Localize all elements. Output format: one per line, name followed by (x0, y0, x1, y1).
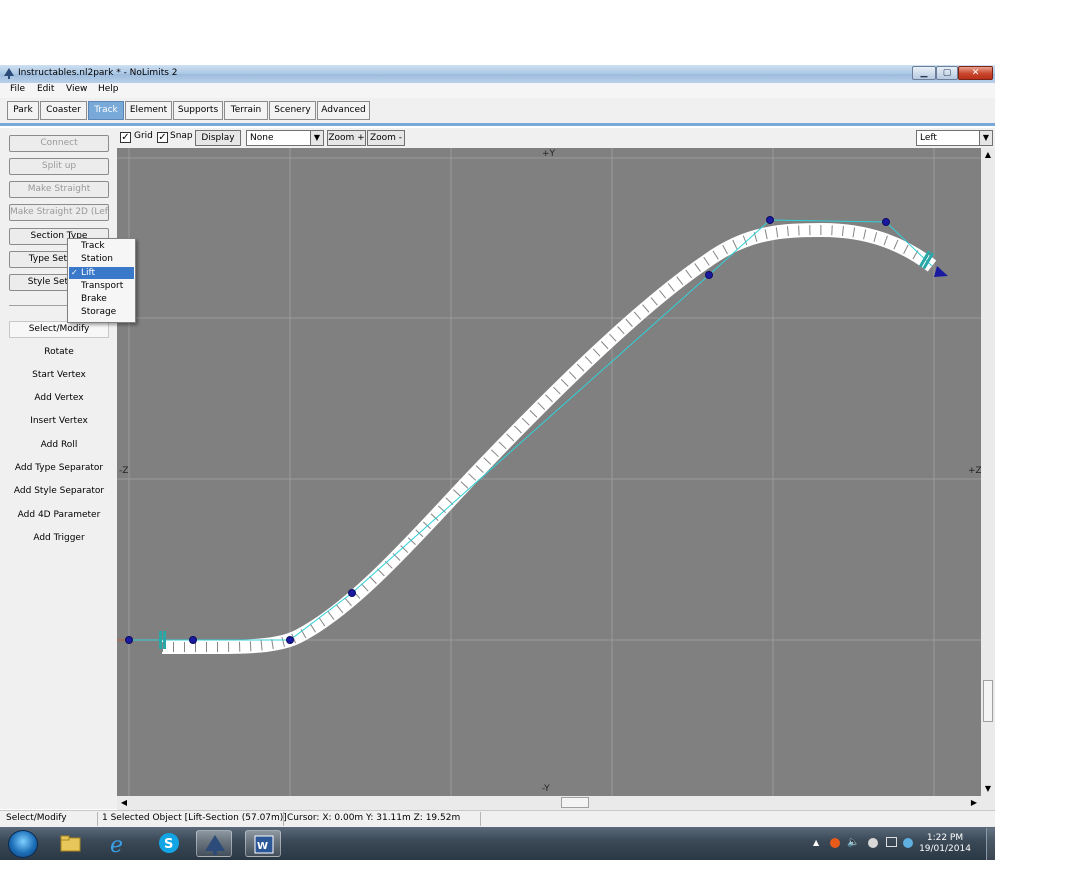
make-straight-2d-button[interactable]: Make Straight 2D (Left) (9, 204, 109, 221)
tab-terrain[interactable]: Terrain (224, 101, 268, 120)
status-mode: Select/Modify (4, 812, 98, 826)
axis-label-right: +Z (968, 466, 982, 476)
menu-bar (0, 83, 995, 98)
section-type-option-track[interactable]: Track (81, 241, 105, 251)
svg-text:e: e (110, 833, 123, 857)
tool-add-vertex[interactable]: Add Vertex (5, 393, 113, 403)
section-type-option-storage[interactable]: Storage (81, 307, 116, 317)
axis-label-bottom: -Y (542, 784, 550, 794)
display-combo-arrow-icon[interactable]: ▼ (310, 130, 324, 146)
tool-select-modify[interactable]: Select/Modify (9, 321, 109, 338)
scroll-corner (981, 796, 995, 810)
menu-help[interactable]: Help (98, 84, 119, 94)
tray-hardware-icon[interactable] (868, 838, 878, 848)
grid-lines (117, 148, 981, 796)
word-icon: W (254, 835, 274, 854)
view-combo[interactable]: Left (916, 130, 980, 146)
tool-add-roll[interactable]: Add Roll (5, 440, 113, 450)
tab-supports[interactable]: Supports (173, 101, 223, 120)
tool-add-trigger[interactable]: Add Trigger (5, 533, 113, 543)
snap-label: Snap (170, 131, 193, 141)
scroll-up-icon[interactable]: ▲ (982, 149, 994, 161)
tab-advanced[interactable]: Advanced (317, 101, 370, 120)
network-icon[interactable] (886, 837, 897, 847)
horizontal-scroll-thumb[interactable] (561, 797, 589, 808)
explorer-taskbar-button[interactable] (52, 830, 88, 857)
track-end-arrow-icon[interactable] (934, 266, 948, 277)
tab-element[interactable]: Element (125, 101, 172, 120)
axis-label-left: -Z (119, 466, 129, 476)
zoom-in-button[interactable]: Zoom + (327, 130, 366, 146)
folder-icon (60, 835, 81, 852)
nolimits-icon (205, 835, 225, 855)
tab-coaster[interactable]: Coaster (40, 101, 87, 120)
section-type-option-station[interactable]: Station (81, 254, 113, 264)
internet-explorer-icon: e (110, 833, 123, 858)
word-taskbar-button[interactable]: W (245, 830, 281, 857)
vertical-scroll-thumb[interactable] (983, 680, 993, 722)
tool-add-style-separator[interactable]: Add Style Separator (5, 486, 113, 496)
tool-add-4d-parameter[interactable]: Add 4D Parameter (5, 510, 113, 520)
horizontal-scrollbar[interactable] (117, 796, 981, 810)
grid-label: Grid (134, 131, 153, 141)
tray-expand-icon[interactable]: ▲ (813, 838, 819, 847)
track-rails (162, 223, 937, 654)
section-type-option-transport[interactable]: Transport (81, 281, 123, 291)
grid-checkbox[interactable]: ✓ (120, 132, 131, 143)
view-combo-arrow-icon[interactable]: ▼ (979, 130, 993, 146)
connect-button[interactable]: Connect (9, 135, 109, 152)
status-selection: 1 Selected Object [Lift-Section (57.07m)… (100, 812, 287, 826)
scroll-right-icon[interactable]: ▶ (968, 797, 980, 809)
snap-checkbox[interactable]: ✓ (157, 132, 168, 143)
volume-icon[interactable]: 🔈 (847, 837, 859, 848)
display-button[interactable]: Display (195, 130, 241, 146)
menu-view[interactable]: View (66, 84, 87, 94)
svg-text:S: S (164, 837, 173, 852)
display-combo[interactable]: None (246, 130, 311, 146)
start-button[interactable] (8, 830, 38, 858)
clock-time: 1:22 PM (926, 833, 964, 843)
spline-vertices[interactable] (125, 216, 890, 644)
taskbar-clock[interactable]: 1:22 PM 19/01/2014 (915, 833, 975, 855)
tab-scenery[interactable]: Scenery (269, 101, 316, 120)
make-straight-button[interactable]: Make Straight (9, 181, 109, 198)
tool-add-type-separator[interactable]: Add Type Separator (5, 463, 113, 473)
dropdown-highlight (69, 267, 134, 279)
internet-explorer-taskbar-button[interactable]: e (101, 830, 137, 858)
scroll-left-icon[interactable]: ◀ (118, 797, 130, 809)
maximize-button[interactable]: ▢ (936, 66, 958, 80)
minimize-button[interactable]: ▁ (912, 66, 936, 80)
window-title: Instructables.nl2park * - NoLimits 2 (18, 68, 178, 78)
scroll-down-icon[interactable]: ▼ (982, 783, 994, 795)
clock-date: 19/01/2014 (919, 844, 971, 854)
zoom-out-button[interactable]: Zoom - (367, 130, 405, 146)
close-button[interactable]: ✕ (958, 66, 993, 80)
tool-rotate[interactable]: Rotate (5, 347, 113, 357)
tab-track[interactable]: Track (88, 101, 124, 120)
windows-taskbar (0, 827, 995, 860)
skype-icon: S (159, 833, 179, 853)
tab-park[interactable]: Park (7, 101, 39, 120)
app-icon (4, 68, 14, 79)
axis-label-top: +Y (542, 149, 556, 159)
spline-control-line (129, 219, 933, 641)
skype-taskbar-button[interactable]: S (151, 830, 187, 857)
status-cursor: Cursor: X: 0.00m Y: 31.11m Z: 19.52m (285, 812, 481, 826)
tool-insert-vertex[interactable]: Insert Vertex (5, 416, 113, 426)
track-drawing[interactable] (117, 148, 981, 796)
section-type-option-brake[interactable]: Brake (81, 294, 107, 304)
svg-text:W: W (257, 841, 268, 852)
nolimits-taskbar-button[interactable] (196, 830, 232, 857)
menu-edit[interactable]: Edit (37, 84, 54, 94)
split-up-button[interactable]: Split up (9, 158, 109, 175)
section-type-option-lift[interactable]: Lift (81, 268, 95, 278)
tool-start-vertex[interactable]: Start Vertex (5, 370, 113, 380)
tray-app-icon[interactable] (830, 838, 840, 848)
menu-file[interactable]: File (10, 84, 25, 94)
track-bed (162, 224, 936, 652)
check-icon: ✓ (71, 268, 78, 277)
tray-flag-icon[interactable] (903, 838, 913, 848)
show-desktop-button[interactable] (986, 828, 995, 860)
